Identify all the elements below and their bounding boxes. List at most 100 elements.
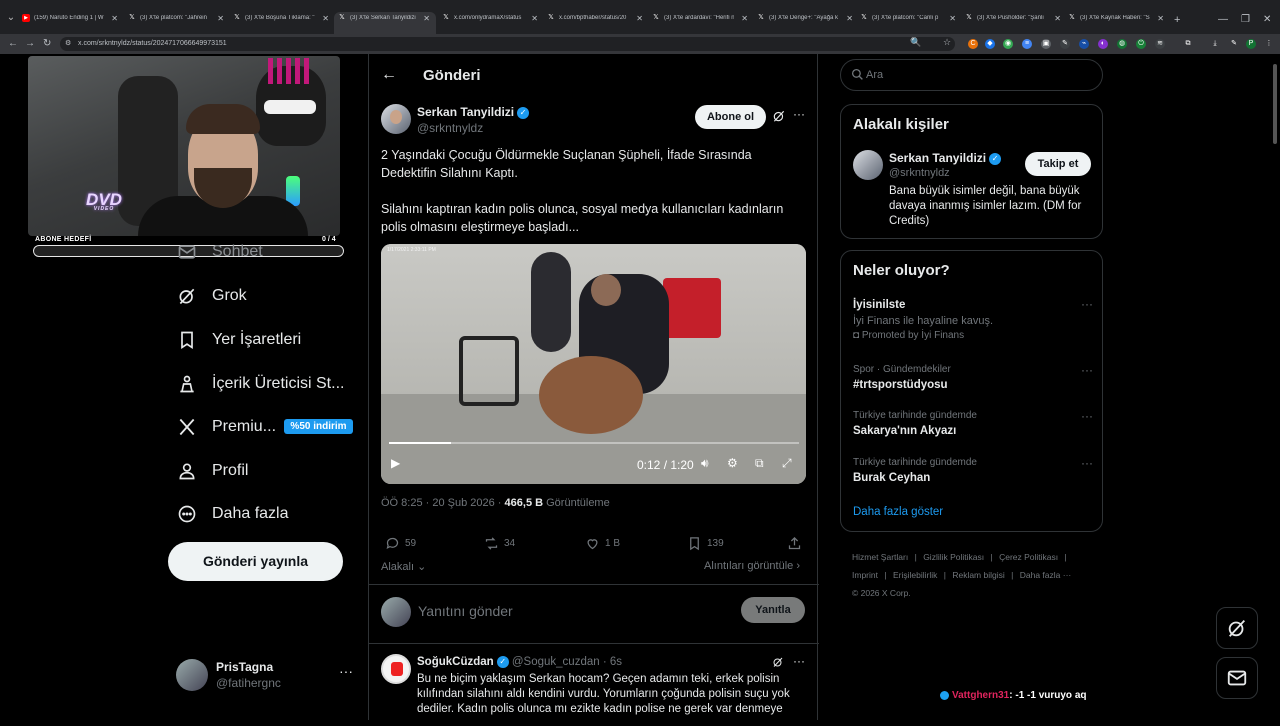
tab-close-icon[interactable]: ✕	[1157, 14, 1164, 23]
footer-link[interactable]: Hizmet Şartları	[852, 552, 908, 562]
browser-tab[interactable]: ▶ (159) Naruto Ending 1 | W ✕	[22, 14, 118, 30]
extension-icon[interactable]: ◐	[1098, 39, 1108, 49]
video-progress-bar[interactable]	[389, 442, 799, 444]
reply-author-avatar[interactable]	[381, 654, 411, 684]
related-person-handle[interactable]: @srkntnyldz	[889, 167, 950, 179]
extensions-puzzle-icon[interactable]: ⧉	[1183, 39, 1193, 49]
tweet-video[interactable]: 1/17/2021 2:33:11 PM ▶ 0:12 / 1:20 🔊︎ ⚙ …	[381, 244, 806, 484]
scrollbar-thumb[interactable]	[1273, 64, 1277, 144]
play-icon[interactable]: ▶	[391, 456, 400, 470]
tab-close-icon[interactable]: ✕	[846, 14, 853, 23]
reply-timestamp[interactable]: · 6s	[603, 656, 622, 668]
fullscreen-icon[interactable]: ⤢	[782, 456, 792, 471]
minimize-icon[interactable]: —	[1218, 14, 1228, 25]
trend-item[interactable]: İyisinilste İyi Finans ile hayaline kavu…	[853, 297, 1093, 343]
more-icon[interactable]: ···	[1081, 456, 1093, 470]
window-close-icon[interactable]: ✕	[1263, 14, 1271, 25]
reply-input[interactable]: Yanıtını gönder	[418, 603, 513, 619]
tweet-author-avatar[interactable]	[381, 104, 411, 134]
show-more-link[interactable]: Daha fazla göster	[853, 506, 943, 518]
bookmark-action[interactable]: 139	[687, 536, 724, 551]
like-action[interactable]: 1 B	[585, 536, 620, 551]
extension-icon[interactable]: C	[968, 39, 978, 49]
repost-action[interactable]: 34	[484, 536, 515, 551]
tab-close-icon[interactable]: ✕	[949, 14, 956, 23]
maximize-icon[interactable]: ❐	[1241, 14, 1250, 25]
reply-button[interactable]: Yanıtla	[741, 597, 805, 623]
tab-close-icon[interactable]: ✕	[531, 14, 538, 23]
browser-tab[interactable]: 𝕏 (3) X'te Denge+: "Ayağa k ✕	[757, 14, 853, 30]
footer-link[interactable]: Gizlilik Politikası	[923, 552, 984, 562]
download-icon[interactable]: ⤓	[1210, 39, 1220, 49]
sidebar-item-chat[interactable]: Sohbet	[176, 240, 263, 264]
browser-tab[interactable]: 𝕏 (3) X'te Boşuna Tıklama: " ✕	[233, 14, 329, 30]
tab-search-icon[interactable]: ⌄	[4, 12, 18, 26]
picture-in-picture-icon[interactable]: ⧉	[755, 456, 764, 471]
sidebar-item-bookmarks[interactable]: Yer İşaretleri	[176, 328, 301, 352]
messages-floating-button[interactable]	[1216, 657, 1258, 699]
more-icon[interactable]: ···	[1081, 409, 1093, 423]
tab-close-icon[interactable]: ✕	[111, 14, 118, 23]
browser-tab[interactable]: 𝕏x.com/onlydramaX/status ✕	[442, 14, 538, 30]
trend-item[interactable]: Türkiye tarihinde gündemde Burak Ceyhan …	[853, 456, 1093, 486]
extension-icon[interactable]: ◍	[1117, 39, 1127, 49]
browser-tab[interactable]: 𝕏 (3) X'te platcom: "Canlı p ✕	[860, 14, 956, 30]
share-action[interactable]	[787, 536, 807, 551]
zoom-icon[interactable]: 🔍	[910, 37, 921, 48]
grok-floating-button[interactable]	[1216, 607, 1258, 649]
profile-avatar[interactable]: P	[1246, 39, 1256, 49]
extension-icon[interactable]: ≋	[1155, 39, 1165, 49]
browser-tab[interactable]: 𝕏x.com/bpthaber/status/20 ✕	[547, 14, 643, 30]
tab-close-icon[interactable]: ✕	[741, 14, 748, 23]
browser-tab[interactable]: 𝕏 (3) X'te Kaynak Haberi: "Sa ✕	[1068, 14, 1164, 30]
sidebar-item-premium[interactable]: Premiu...	[176, 415, 276, 439]
extension-icon[interactable]: ◉	[1003, 39, 1013, 49]
tweet-timestamp[interactable]: ÖÖ 8:25 · 20 Şub 2026 ·	[381, 497, 501, 509]
tab-close-icon[interactable]: ✕	[1054, 14, 1061, 23]
account-switcher[interactable]: PrisTagna @fatihergnc ···	[176, 657, 356, 693]
browser-menu-icon[interactable]: ⋮	[1264, 39, 1274, 49]
subscribe-button[interactable]: Abone ol	[695, 105, 766, 129]
extension-icon[interactable]: ⌁	[1079, 39, 1089, 49]
more-icon[interactable]: ···	[1081, 363, 1093, 377]
browser-tab[interactable]: 𝕏 (3) X'te ardardavı: "Herifi n ✕	[652, 14, 748, 30]
more-icon[interactable]: ···	[793, 654, 805, 668]
new-tab-icon[interactable]: +	[1174, 14, 1180, 26]
star-icon[interactable]: ☆	[943, 37, 951, 48]
grok-explain-icon[interactable]	[772, 109, 786, 123]
footer-link[interactable]: Reklam bilgisi	[952, 570, 1004, 580]
browser-tab-active[interactable]: 𝕏 (3) X'te Serkan Tanyildizi: ✕	[334, 12, 436, 34]
sidebar-item-creator-studio[interactable]: İçerik Üreticisi St...	[176, 372, 344, 396]
forward-icon[interactable]: →	[25, 38, 35, 49]
sync-icon[interactable]: ✎	[1229, 39, 1239, 49]
grok-explain-icon[interactable]	[772, 656, 784, 668]
back-icon[interactable]: ←	[8, 38, 18, 49]
reply-action[interactable]: 59	[385, 536, 416, 551]
site-info-icon[interactable]: ⚙	[65, 39, 71, 47]
tweet-author-name[interactable]: Serkan Tanyildizi ✓	[417, 105, 530, 119]
extension-icon[interactable]: ≡	[1022, 39, 1032, 49]
sidebar-item-profile[interactable]: Profil	[176, 459, 248, 483]
premium-discount-badge[interactable]: %50 indirim	[284, 419, 353, 434]
tab-close-icon[interactable]: ✕	[217, 14, 224, 23]
footer-link[interactable]: Daha fazla ···	[1020, 570, 1072, 580]
extension-icon[interactable]: ◆	[985, 39, 995, 49]
reply-sort-dropdown[interactable]: Alakalı ⌄	[381, 560, 426, 573]
avatar[interactable]	[853, 150, 883, 180]
tab-close-icon[interactable]: ✕	[322, 14, 329, 23]
more-icon[interactable]: ···	[793, 107, 805, 121]
sidebar-item-more[interactable]: Daha fazla	[176, 502, 289, 526]
trend-item[interactable]: Türkiye tarihinde gündemde Sakarya'nın A…	[853, 409, 1093, 439]
follow-button[interactable]: Takip et	[1025, 152, 1091, 176]
extension-icon[interactable]: ▣	[1041, 39, 1051, 49]
search-input[interactable]: Ara	[840, 59, 1103, 91]
sidebar-item-grok[interactable]: Grok	[176, 284, 247, 308]
tweet-author-handle[interactable]: @srkntnyldz	[417, 121, 483, 135]
more-icon[interactable]: ···	[339, 663, 353, 679]
volume-icon[interactable]: 🔊︎	[701, 456, 709, 471]
trend-item[interactable]: Spor · Gündemdekiler #trtsporstüdyosu ··…	[853, 363, 1093, 393]
tab-close-icon[interactable]: ✕	[636, 14, 643, 23]
tab-close-icon[interactable]: ✕	[423, 14, 430, 23]
browser-tab[interactable]: 𝕏 (3) X'te platcom: "Jahrein ✕	[128, 14, 224, 30]
address-bar[interactable]: ⚙ x.com/srkntnyldz/status/20247170666499…	[60, 37, 955, 51]
